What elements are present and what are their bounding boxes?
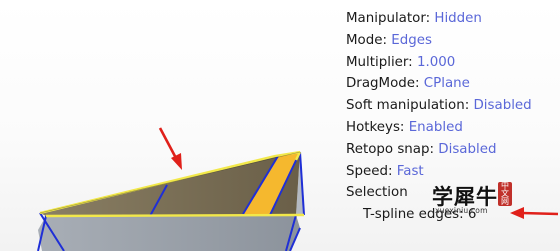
hud-label: Mode: — [346, 32, 387, 48]
hud-value-hotkeys: Enabled — [408, 119, 463, 135]
annotation-arrow — [158, 127, 182, 170]
hud-row-mode: Mode: Edges — [346, 30, 532, 52]
hud-value-speed: Fast — [396, 163, 424, 179]
hud-value-manipulator: Hidden — [434, 11, 482, 26]
watermark-logo: 学犀牛 中文网 xuexiniu.com — [432, 181, 522, 217]
hud-row-multiplier: Multiplier: 1.000 — [346, 52, 532, 74]
hud-label: DragMode: — [346, 76, 420, 92]
watermark-badge: 中文网 — [498, 182, 512, 206]
watermark-url: xuexiniu.com — [435, 206, 488, 215]
hud-label: Hotkeys: — [346, 119, 405, 135]
hud-selection-label: Selection — [346, 185, 408, 201]
hud-label: Retopo snap: — [346, 141, 435, 157]
hud-value-mode: Edges — [391, 32, 432, 48]
hud-value-dragmode: CPlane — [423, 76, 470, 92]
hud-row-manipulator: Manipulator: Hidden — [346, 8, 532, 30]
hud-row-dragmode: DragMode: CPlane — [346, 73, 532, 95]
hud-label: Soft manipulation: — [346, 98, 470, 114]
hud-row-retopo-snap: Retopo snap: Disabled — [346, 139, 532, 161]
hud-row-hotkeys: Hotkeys: Enabled — [346, 117, 532, 139]
hud-value-soft-manipulation: Disabled — [473, 98, 532, 114]
hud-row-speed: Speed: Fast — [346, 161, 532, 183]
hud-label: Speed: — [346, 163, 393, 179]
surface-side-face[interactable] — [38, 215, 300, 251]
hud-label: Multiplier: — [346, 54, 413, 70]
hud-value-multiplier: 1.000 — [416, 54, 456, 70]
hud-label: Manipulator: — [346, 11, 431, 26]
hud-row-soft-manipulation: Soft manipulation: Disabled — [346, 95, 532, 117]
hud-value-retopo-snap: Disabled — [438, 141, 497, 157]
